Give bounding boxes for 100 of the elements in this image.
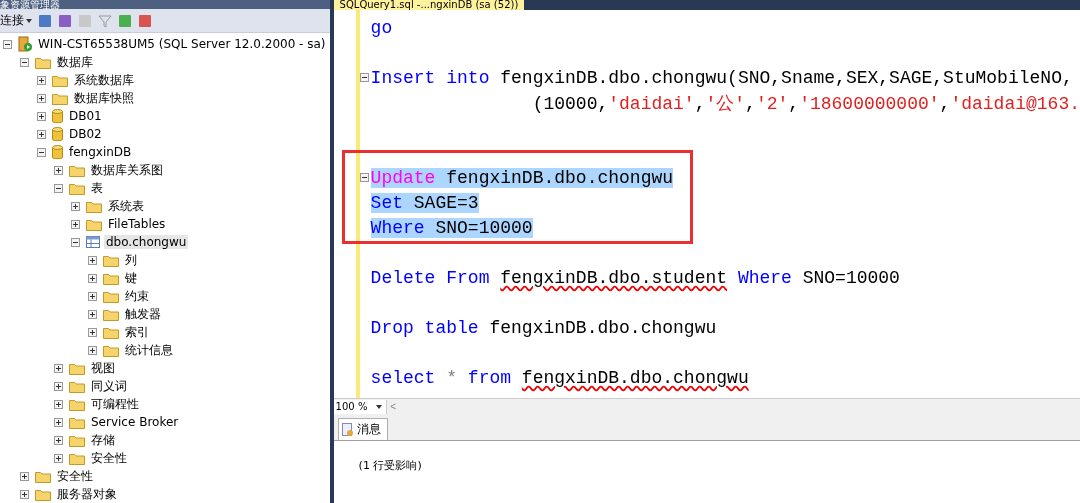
folder-icon — [69, 415, 85, 429]
sql-keyword: select — [370, 367, 436, 388]
expand-icon[interactable] — [37, 75, 46, 85]
string-literal: 'daidai@163. — [950, 93, 1080, 114]
folder-icon — [103, 307, 119, 321]
expand-icon[interactable] — [37, 129, 46, 139]
tree-item[interactable]: 同义词 — [89, 377, 129, 395]
message-text: (1 行受影响) — [358, 459, 422, 472]
collapse-icon[interactable] — [37, 147, 46, 157]
collapse-icon[interactable] — [71, 237, 80, 247]
tree-item[interactable]: 触发器 — [123, 305, 163, 323]
tree-item[interactable]: 约束 — [123, 287, 151, 305]
expand-icon[interactable] — [37, 111, 46, 121]
tree-item[interactable]: 系统表 — [106, 197, 146, 215]
tree-item[interactable]: 数据库快照 — [72, 89, 136, 107]
tree-item[interactable]: 安全性 — [55, 467, 95, 485]
code-text: , — [745, 93, 756, 114]
expand-icon[interactable] — [54, 363, 63, 373]
tree-item[interactable]: 安全性 — [89, 449, 129, 467]
expand-icon[interactable] — [54, 399, 63, 409]
tree-item[interactable]: 列 — [123, 251, 139, 269]
sql-keyword: Insert into — [370, 67, 490, 88]
tree-item[interactable]: 表 — [89, 179, 105, 197]
folder-icon — [69, 181, 85, 195]
sql-operator: * — [445, 367, 459, 388]
expand-icon[interactable] — [71, 201, 80, 211]
server-icon — [18, 36, 32, 52]
expand-icon[interactable] — [54, 453, 63, 463]
tree-item[interactable]: 视图 — [89, 359, 117, 377]
expand-icon[interactable] — [88, 309, 97, 319]
tree-item[interactable]: fengxinDB — [67, 145, 134, 159]
tree-item[interactable]: 数据库 — [55, 53, 95, 71]
collapse-icon[interactable] — [3, 39, 12, 49]
expand-icon[interactable] — [88, 273, 97, 283]
code-text: fengxinDB.dbo.chongwu(SNO,Sname,SEX,SAGE,StuMobileNO, — [499, 67, 1073, 88]
tree-item[interactable]: WIN-CST65538UM5 (SQL Server 12.0.2000 - sa) — [36, 37, 328, 51]
results-tab[interactable]: 消息 — [337, 418, 388, 440]
expand-icon[interactable] — [88, 345, 97, 355]
folder-icon — [69, 451, 85, 465]
string-literal: '2' — [755, 93, 789, 114]
expand-icon[interactable] — [20, 489, 29, 499]
tree-item[interactable]: Service Broker — [89, 415, 181, 429]
panel-title: 象资源管理器 — [0, 0, 60, 10]
folder-icon — [103, 343, 119, 357]
tree-item[interactable]: 索引 — [123, 323, 151, 341]
collapse-icon[interactable] — [359, 73, 369, 82]
database-icon — [52, 144, 63, 160]
folder-icon — [35, 55, 51, 69]
tree-item[interactable]: DB01 — [67, 109, 104, 123]
caret-icon — [26, 18, 32, 23]
sql-keyword: go — [370, 17, 393, 38]
tree-item[interactable]: 键 — [123, 269, 139, 287]
expand-icon[interactable] — [54, 435, 63, 445]
tree-item[interactable]: 可编程性 — [89, 395, 141, 413]
expand-icon[interactable] — [88, 291, 97, 301]
expand-icon[interactable] — [37, 93, 46, 103]
folder-icon — [35, 487, 51, 501]
document-icon — [341, 422, 354, 437]
tree-item[interactable]: FileTables — [106, 217, 168, 231]
code-text: fengxinDB.dbo.chongwu — [521, 367, 749, 388]
code-text: , — [694, 93, 706, 114]
code-text: fengxinDB.dbo.student — [500, 267, 728, 288]
sql-keyword: from — [467, 367, 513, 388]
collapse-icon[interactable] — [54, 183, 63, 193]
code-text: SNO=10000 — [424, 217, 533, 238]
zoom-dropdown[interactable]: 100 % — [333, 399, 386, 414]
folder-icon — [69, 379, 85, 393]
tree-item[interactable]: DB02 — [67, 127, 104, 141]
expand-icon[interactable] — [88, 327, 97, 337]
tree-item[interactable]: 系统数据库 — [72, 71, 136, 89]
tree-item[interactable]: 统计信息 — [123, 341, 175, 359]
expand-icon[interactable] — [54, 165, 63, 175]
folder-icon — [86, 217, 102, 231]
tree-item[interactable]: dbo.chongwu — [104, 235, 189, 249]
database-icon — [52, 108, 63, 124]
expand-icon[interactable] — [54, 381, 63, 391]
folder-icon — [52, 91, 68, 105]
collapse-icon[interactable] — [20, 57, 29, 67]
folder-icon — [103, 253, 119, 267]
expand-icon[interactable] — [54, 417, 63, 427]
expand-icon[interactable] — [88, 255, 97, 265]
sql-keyword: Drop table — [370, 317, 479, 338]
sql-keyword: Delete From — [370, 267, 491, 288]
code-text: fengxinDB.dbo.chongwu — [435, 167, 674, 188]
tree-item[interactable]: 数据库关系图 — [89, 161, 165, 179]
document-tab[interactable]: SQLQuery1.sql -...ngxinDB (sa (52)) — [333, 0, 525, 10]
folder-icon — [69, 163, 85, 177]
connect-button[interactable]: 连接 — [0, 12, 32, 30]
table-icon — [86, 236, 100, 248]
tree-item[interactable]: 服务器对象 — [55, 485, 119, 503]
code-text: SAGE=3 — [403, 192, 479, 213]
folder-icon — [86, 199, 102, 213]
expand-icon[interactable] — [71, 219, 80, 229]
folder-icon — [69, 361, 85, 375]
expand-icon[interactable] — [20, 471, 29, 481]
tree-item[interactable]: 存储 — [89, 431, 117, 449]
folder-icon — [103, 289, 119, 303]
code-text: fengxinDB.dbo.chongwu — [488, 317, 717, 338]
caret-icon — [375, 404, 382, 409]
collapse-icon[interactable] — [359, 173, 369, 182]
